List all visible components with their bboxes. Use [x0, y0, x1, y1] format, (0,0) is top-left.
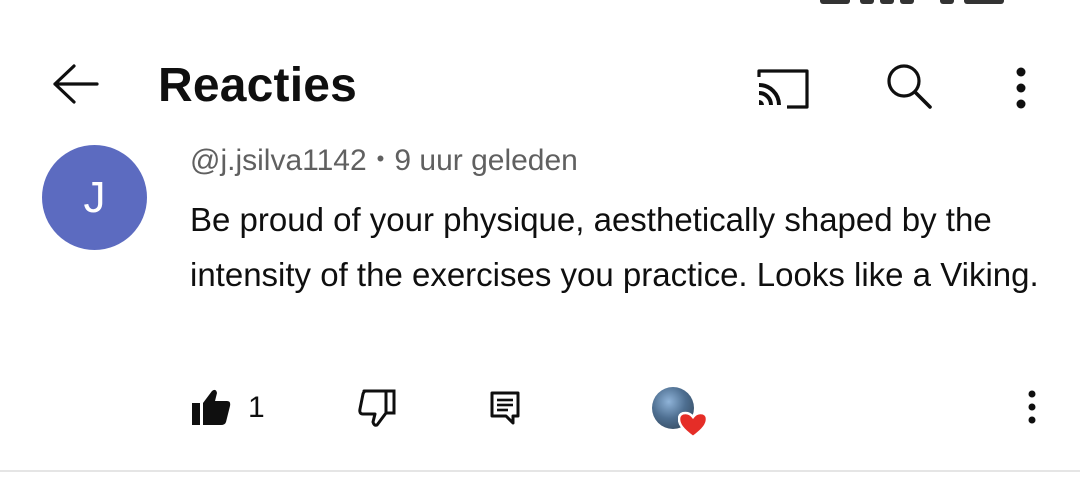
comment-more-button[interactable] [1012, 377, 1052, 437]
search-button[interactable] [874, 56, 944, 116]
back-button[interactable] [40, 54, 110, 114]
comment-actions: 1 [0, 377, 1080, 439]
thumbs-up-filled-icon [192, 389, 231, 425]
avatar-letter: J [83, 172, 106, 222]
comment-timestamp[interactable]: 9 uur geleden [394, 144, 578, 177]
meta-separator: • [376, 146, 385, 171]
page-title: Reacties [158, 59, 358, 112]
thumbs-down-icon [358, 389, 396, 427]
dislike-button[interactable] [352, 383, 402, 433]
comment-text: Be proud of your physique, aesthetically… [190, 201, 1039, 293]
arrow-back-icon [53, 64, 99, 104]
avatar[interactable]: J [42, 145, 147, 250]
creator-heart-badge [652, 387, 712, 441]
more-vert-icon [1028, 390, 1036, 424]
reply-button[interactable] [480, 383, 530, 433]
search-icon [887, 64, 932, 109]
like-button[interactable] [186, 383, 236, 433]
comment-meta: @j.jsilva1142 • 9 uur geleden [190, 144, 578, 178]
like-count: 1 [248, 391, 265, 424]
comment-item: J @j.jsilva1142 • 9 uur geleden Be proud o… [0, 132, 1080, 472]
more-vert-icon [1016, 67, 1026, 109]
reply-comment-icon [490, 391, 520, 425]
cast-button[interactable] [748, 58, 818, 118]
heart-icon [678, 411, 708, 439]
divider [0, 470, 1080, 472]
status-bar-fragment [800, 0, 1040, 8]
cast-icon [757, 69, 809, 109]
more-options-button[interactable] [996, 56, 1046, 120]
app-header: Reacties [0, 40, 1080, 132]
comment-author[interactable]: @j.jsilva1142 [190, 144, 367, 177]
